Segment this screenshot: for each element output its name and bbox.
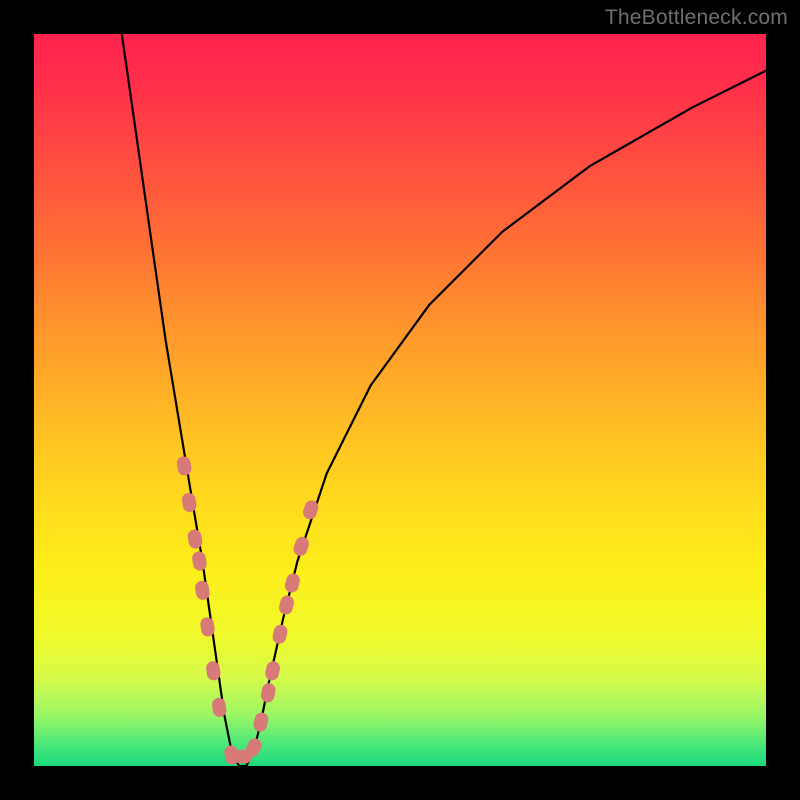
watermark-text: TheBottleneck.com: [605, 6, 788, 30]
data-point: [191, 550, 208, 571]
data-point: [181, 492, 198, 513]
data-point: [278, 594, 296, 616]
data-point: [176, 455, 193, 476]
data-point: [260, 682, 277, 703]
bottleneck-curve: [122, 34, 766, 766]
curve-layer: [122, 34, 766, 766]
data-point: [292, 535, 311, 558]
chart-svg: [34, 34, 766, 766]
data-point: [264, 660, 281, 682]
data-point: [271, 623, 288, 645]
chart-frame: TheBottleneck.com: [0, 0, 800, 800]
data-points-layer: [176, 455, 320, 765]
data-point: [252, 711, 270, 733]
data-point: [283, 572, 301, 594]
plot-area: [34, 34, 766, 766]
